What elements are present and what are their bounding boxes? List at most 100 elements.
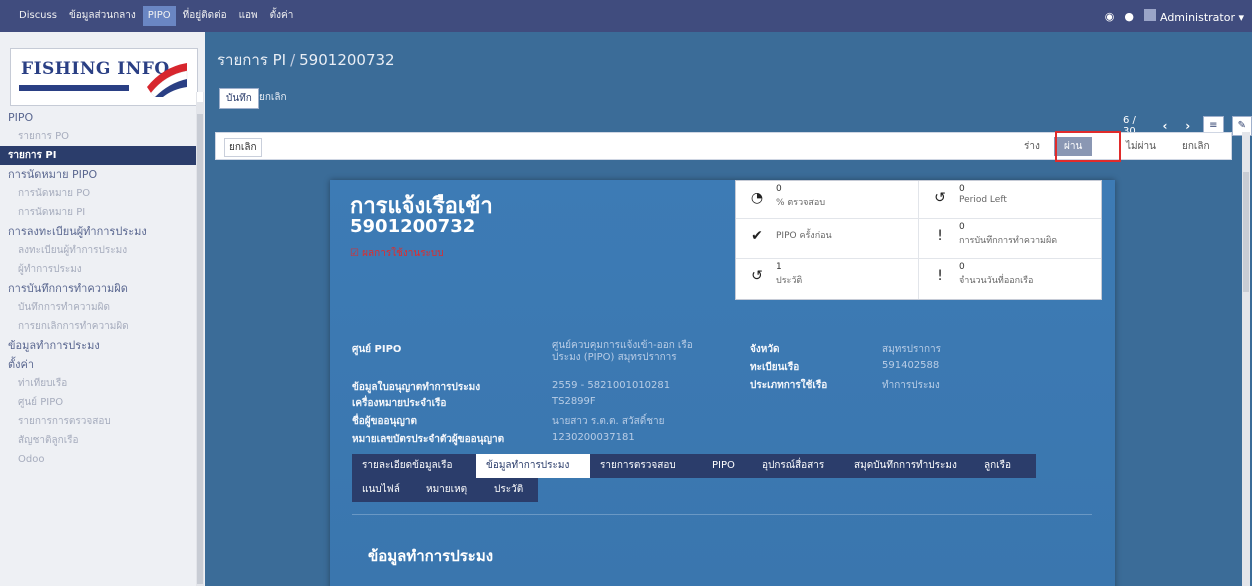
logo-subtitle-bar — [19, 85, 129, 91]
sidebar-item[interactable]: การนัดหมาย PI — [0, 203, 196, 222]
pager-prev-icon[interactable]: ‹ — [1158, 119, 1173, 133]
user-name: Administrator ▾ — [1159, 10, 1244, 24]
tab-pipo[interactable]: PIPO — [702, 454, 752, 478]
field-label-licensee: ชื่อผู้ขออนุญาต — [352, 416, 417, 427]
stage-cancelled[interactable]: ยกเลิก — [1182, 139, 1210, 154]
pager-next-icon[interactable]: › — [1180, 119, 1195, 133]
section-title: ข้อมูลทำการประมง — [368, 547, 494, 565]
sidebar-item[interactable]: ลงทะเบียนผู้ทำการประมง — [0, 241, 196, 260]
stat-days-at-sea[interactable]: ! 0 จำนวนวันที่ออกเรือ — [919, 259, 1099, 295]
stat-value: 1 — [776, 262, 782, 272]
history-icon: ↺ — [751, 268, 763, 284]
breadcrumb-current: 5901200732 — [299, 51, 395, 69]
discard-button[interactable]: ยกเลิก — [253, 88, 293, 107]
tab-crew[interactable]: ลูกเรือ — [974, 454, 1036, 478]
stat-period-left[interactable]: ↺ 0 Period Left — [919, 181, 1099, 217]
sidebar-item[interactable]: สัญชาติลูกเรือ — [0, 431, 196, 450]
tab-history[interactable]: ประวัติ — [484, 478, 538, 502]
fishing-info-logo[interactable]: FISHING INFO — [10, 48, 198, 106]
sidebar-item[interactable]: ท่าเทียบเรือ — [0, 374, 196, 393]
stat-value: 0 — [776, 184, 782, 194]
scroll-up-arrow[interactable] — [197, 92, 203, 102]
scroll-thumb[interactable] — [197, 114, 203, 584]
check-icon: ✔ — [751, 228, 763, 244]
sidebar-item[interactable]: ข้อมูลทำการประมง — [0, 336, 196, 355]
field-vessel-use[interactable]: ทำการประมง — [882, 378, 940, 393]
sidebar-item[interactable]: ตั้งค่า — [0, 355, 196, 374]
top-right-area: ◉ ● Administrator ▾ — [1105, 0, 1244, 32]
form-sheet-body: การแจ้งเรือเข้า 5901200732 ☑ ผลการใช้งาน… — [330, 180, 1115, 586]
field-province[interactable]: สมุทรปราการ — [882, 342, 941, 357]
stat-checked-percent[interactable]: ◔ 0 % ตรวจสอบ — [736, 181, 916, 217]
field-label-vessel-use: ประเภทการใช้เรือ — [750, 380, 828, 391]
stage-failed[interactable]: ไม่ผ่าน — [1126, 139, 1156, 154]
cancel-record-button[interactable]: ยกเลิก — [224, 138, 262, 157]
tab-fishing-data[interactable]: ข้อมูลทำการประมง — [476, 454, 590, 478]
sidebar-item[interactable]: การนัดหมาย PO — [0, 184, 196, 203]
menu-pipo[interactable]: PIPO — [142, 6, 176, 26]
tab-vessel-details[interactable]: รายละเอียดข้อมูลเรือ — [352, 454, 476, 478]
main-scrollbar[interactable] — [1242, 132, 1250, 586]
sidebar-item[interactable]: รายการ PI — [0, 146, 196, 165]
tab-attachments[interactable]: แนบไฟล์ — [352, 478, 416, 502]
chat-icon[interactable]: ● — [1124, 10, 1134, 23]
stat-label: การบันทึกการทำความผิด — [959, 236, 1058, 246]
tab-notes[interactable]: หมายเหตุ — [416, 478, 484, 502]
menu-apps[interactable]: แอพ — [234, 6, 263, 26]
stat-value: 0 — [959, 222, 965, 232]
sidebar-item[interactable]: รายการการตรวจสอบ — [0, 412, 196, 431]
exclamation-icon: ! — [937, 268, 943, 284]
stat-label: จำนวนวันที่ออกเรือ — [959, 276, 1034, 286]
tabs-divider — [352, 514, 1092, 515]
menu-settings[interactable]: ตั้งค่า — [265, 6, 299, 26]
field-licensee[interactable]: นายสาว ร.ต.ต. สวัสดิ์ชาย — [552, 414, 664, 429]
field-vessel-mark[interactable]: TS2899F — [552, 396, 596, 407]
stage-draft[interactable]: ร่าง — [1024, 139, 1040, 154]
stat-value: 0 — [959, 184, 965, 194]
stat-label: % ตรวจสอบ — [776, 198, 826, 208]
sidebar-item[interactable]: ศูนย์ PIPO — [0, 393, 196, 412]
tab-inspection[interactable]: รายการตรวจสอบ — [590, 454, 702, 478]
field-license[interactable]: 2559 - 5821001010281 — [552, 380, 670, 391]
field-registration[interactable]: 591402588 — [882, 360, 939, 371]
tab-comm-devices[interactable]: อุปกรณ์สื่อสาร — [752, 454, 844, 478]
sidebar-item[interactable]: PIPO — [0, 108, 196, 127]
field-pipo-center[interactable]: ศูนย์ควบคุมการแจ้งเข้า-ออก เรือประมง (PI… — [552, 340, 712, 364]
scroll-thumb[interactable] — [1243, 172, 1249, 292]
user-menu[interactable]: Administrator ▾ — [1143, 8, 1244, 24]
stat-offense-records[interactable]: ! 0 การบันทึกการทำความผิด — [919, 219, 1099, 255]
sidebar-item[interactable]: การลงทะเบียนผู้ทำการประมง — [0, 222, 196, 241]
menu-master-data[interactable]: ข้อมูลส่วนกลาง — [64, 6, 141, 26]
field-label-pipo-center: ศูนย์ PIPO — [352, 344, 402, 355]
pie-chart-icon: ◔ — [750, 190, 764, 206]
menu-contacts[interactable]: ที่อยู่ติดต่อ — [178, 6, 232, 26]
sidebar-item[interactable]: การบันทึกการทำความผิด — [0, 279, 196, 298]
tab-fishing-logbook[interactable]: สมุดบันทึกการทำประมง — [844, 454, 974, 478]
system-usage-checkbox[interactable]: ☑ ผลการใช้งานระบบ — [350, 246, 444, 261]
exclamation-icon: ! — [937, 228, 943, 244]
avatar — [1143, 8, 1156, 21]
sidebar-scrollbar[interactable] — [196, 92, 204, 586]
breadcrumb: รายการ PI/5901200732 — [217, 51, 395, 69]
stat-history[interactable]: ↺ 1 ประวัติ — [736, 259, 916, 295]
sidebar-item[interactable]: รายการ PO — [0, 127, 196, 146]
stat-previous-pipo[interactable]: ✔ PIPO ครั้งก่อน — [736, 219, 916, 255]
field-label-registration: ทะเบียนเรือ — [750, 362, 800, 373]
menu-discuss[interactable]: Discuss — [14, 6, 62, 26]
smart-buttons: ◔ 0 % ตรวจสอบ ↺ 0 Period Left ✔ PIPO ครั… — [735, 180, 1102, 300]
form-sheet: การแจ้งเรือเข้า 5901200732 ☑ ผลการใช้งาน… — [330, 180, 1115, 586]
activity-icon[interactable]: ◉ — [1105, 10, 1115, 23]
sidebar-item[interactable]: การนัดหมาย PIPO — [0, 165, 196, 184]
breadcrumb-parent[interactable]: รายการ PI — [217, 51, 286, 69]
sidebar-nav: PIPO รายการ PO รายการ PI การนัดหมาย PIPO การ… — [0, 108, 196, 469]
top-navbar: Discuss ข้อมูลส่วนกลาง PIPO ที่อยู่ติดต่… — [0, 0, 1252, 32]
sidebar-item[interactable]: Odoo — [0, 450, 196, 469]
sidebar-item[interactable]: บันทึกการทำความผิด — [0, 298, 196, 317]
field-id-number[interactable]: 1230200037181 — [552, 432, 635, 443]
stat-label: Period Left — [959, 195, 1007, 205]
highlight-box — [1055, 131, 1121, 162]
notebook-tabs: รายละเอียดข้อมูลเรือ ข้อมูลทำการประมง รา… — [352, 454, 1042, 504]
sidebar-item[interactable]: การยกเลิกการทำความผิด — [0, 317, 196, 336]
sidebar-item[interactable]: ผู้ทำการประมง — [0, 260, 196, 279]
field-label-license: ข้อมูลใบอนุญาตทำการประมง — [352, 382, 481, 393]
